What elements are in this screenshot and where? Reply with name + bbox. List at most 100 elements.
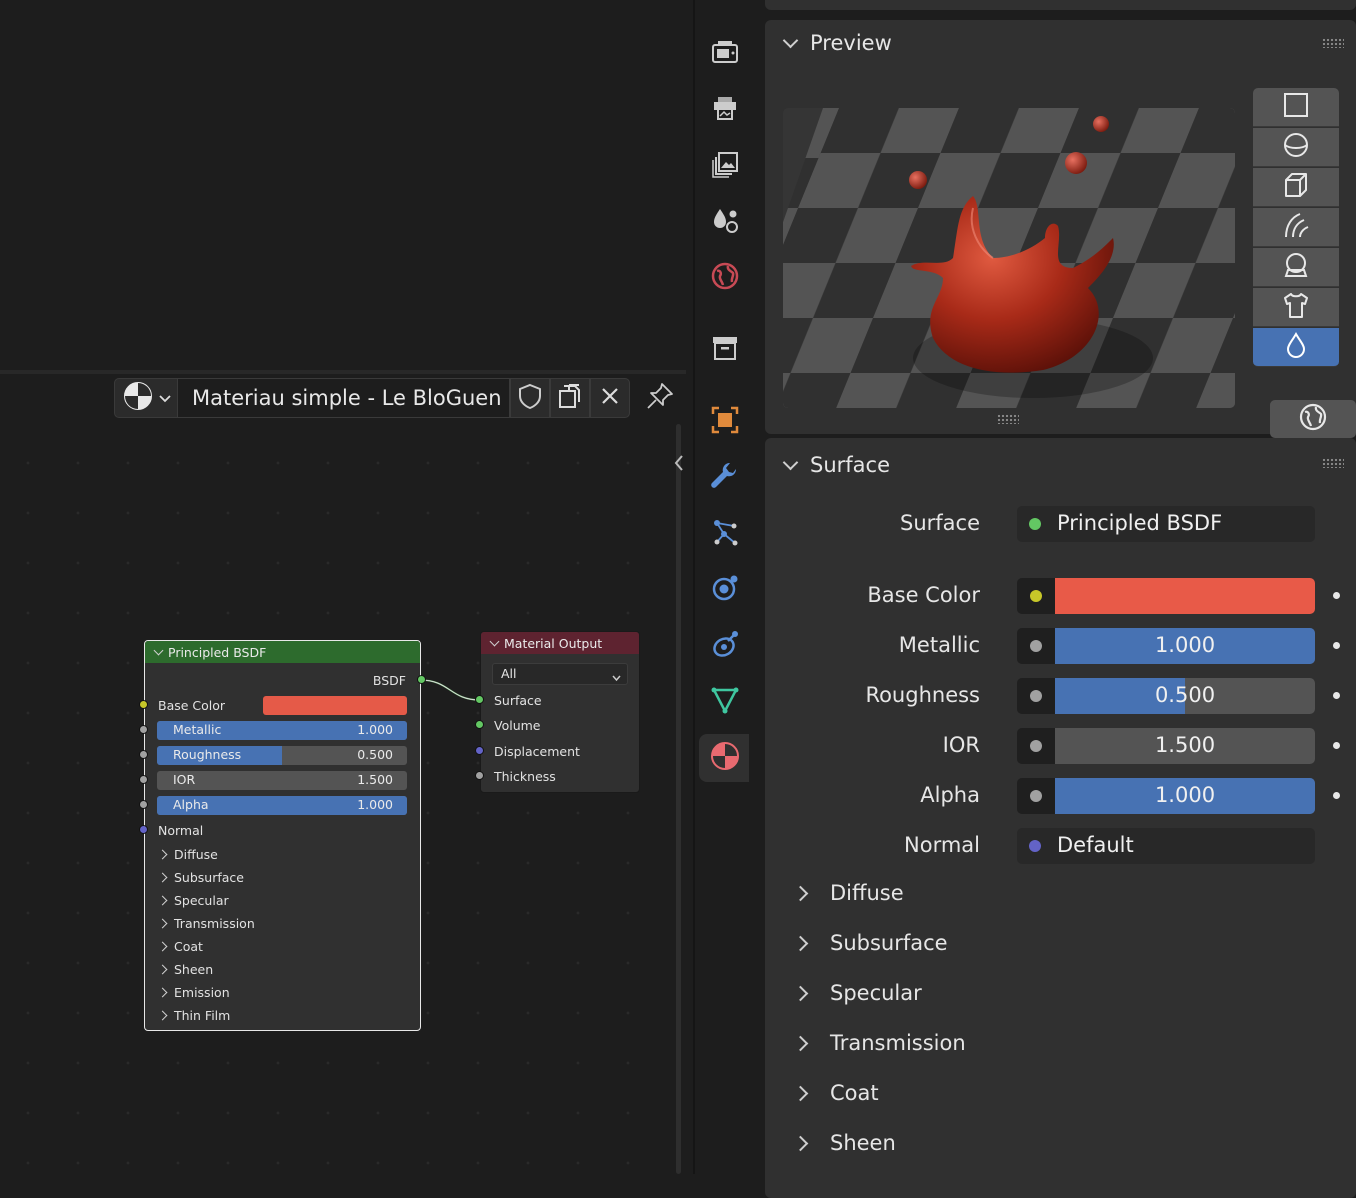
- alpha-slider[interactable]: 1.000: [1055, 778, 1315, 814]
- keyframe-dot-icon[interactable]: [1333, 642, 1340, 649]
- alpha-link-button[interactable]: [1017, 778, 1055, 814]
- tab-particles[interactable]: [699, 510, 751, 558]
- keyframe-dot-icon[interactable]: [1333, 592, 1340, 599]
- metallic-socket[interactable]: [139, 725, 148, 734]
- surface-socket[interactable]: [475, 695, 484, 704]
- material-output-node[interactable]: Material Output All Surface Volume Displ…: [475, 631, 640, 793]
- normal-selector[interactable]: Default: [1017, 828, 1315, 864]
- roughness-link-button[interactable]: [1017, 678, 1055, 714]
- base-color-socket[interactable]: [139, 700, 148, 709]
- chevron-right-icon: [792, 985, 809, 1001]
- node-panel-coat[interactable]: Coat: [157, 939, 203, 954]
- metallic-link-button[interactable]: [1017, 628, 1055, 664]
- tab-world[interactable]: [699, 254, 751, 302]
- subpanel-coat[interactable]: Coat: [792, 1081, 879, 1105]
- float-socket-icon: [1030, 690, 1042, 702]
- hair-icon: [1282, 211, 1310, 243]
- surface-shader-selector[interactable]: Principled BSDF: [1017, 506, 1315, 542]
- metallic-slider[interactable]: 1.000: [1055, 628, 1315, 664]
- node-panel-emission[interactable]: Emission: [157, 985, 230, 1000]
- preview-shape-cube[interactable]: [1253, 168, 1339, 207]
- node-panel-sheen[interactable]: Sheen: [157, 962, 213, 977]
- volume-socket[interactable]: [475, 720, 484, 729]
- field-value: 0.500: [357, 746, 393, 762]
- normal-socket[interactable]: [139, 825, 148, 834]
- preview-panel-header[interactable]: Preview: [765, 20, 1356, 66]
- node-panel-thin-film[interactable]: Thin Film: [157, 1008, 230, 1023]
- preview-shape-plane[interactable]: [1253, 88, 1339, 127]
- alpha-field[interactable]: Alpha 1.000: [157, 795, 407, 815]
- principled-bsdf-node[interactable]: Principled BSDF BSDF Base Color Metallic…: [139, 640, 426, 1031]
- collapse-chevron-icon[interactable]: [489, 636, 500, 646]
- tab-view-layer[interactable]: [699, 142, 751, 190]
- drag-grip-icon[interactable]: [1322, 38, 1344, 48]
- node-panel-transmission[interactable]: Transmission: [157, 916, 255, 931]
- float-socket-icon: [1030, 740, 1042, 752]
- keyframe-dot-icon[interactable]: [1333, 792, 1340, 799]
- base-color-swatch[interactable]: [263, 696, 407, 715]
- subpanel-transmission[interactable]: Transmission: [792, 1031, 966, 1055]
- preview-shape-sphere[interactable]: [1253, 128, 1339, 167]
- alpha-socket[interactable]: [139, 800, 148, 809]
- preview-shape-hair[interactable]: [1253, 208, 1339, 247]
- node-panel-subsurface[interactable]: Subsurface: [157, 870, 244, 885]
- tab-constraints[interactable]: [699, 622, 751, 670]
- base-color-field: [1017, 578, 1315, 614]
- chevron-down-icon: [612, 670, 621, 685]
- subpanel-specular[interactable]: Specular: [792, 981, 922, 1005]
- node-panel-diffuse[interactable]: Diffuse: [157, 847, 218, 862]
- collapse-chevron-icon[interactable]: [153, 645, 164, 655]
- subpanel-diffuse[interactable]: Diffuse: [792, 881, 904, 905]
- subpanel-subsurface[interactable]: Subsurface: [792, 931, 948, 955]
- panel-label: Transmission: [174, 916, 255, 931]
- ior-socket[interactable]: [139, 775, 148, 784]
- tab-scene[interactable]: [699, 198, 751, 246]
- surface-panel-header[interactable]: Surface: [765, 442, 1356, 488]
- keyframe-dot-icon[interactable]: [1333, 692, 1340, 699]
- input-row-displacement: Displacement: [475, 740, 639, 762]
- base-color-link-button[interactable]: [1017, 578, 1055, 614]
- metallic-field: 1.000: [1017, 628, 1315, 664]
- node-editor[interactable]: Materiau simple - Le BloGuen Principled …: [0, 0, 693, 1174]
- wrench-icon: [710, 461, 740, 495]
- ior-link-button[interactable]: [1017, 728, 1055, 764]
- collection-box-icon: [710, 333, 740, 367]
- resize-grip-icon[interactable]: [997, 414, 1019, 424]
- preview-shape-cloth[interactable]: [1253, 288, 1339, 327]
- subpanel-sheen[interactable]: Sheen: [792, 1131, 896, 1155]
- roughness-field[interactable]: Roughness 0.500: [157, 745, 407, 765]
- node-header[interactable]: Principled BSDF: [145, 641, 420, 663]
- properties-tab-bar: [693, 0, 751, 1174]
- node-panel-specular[interactable]: Specular: [157, 893, 229, 908]
- thickness-socket[interactable]: [475, 771, 484, 780]
- roughness-slider[interactable]: 0.500: [1055, 678, 1315, 714]
- previous-panel-edge: [765, 0, 1356, 10]
- keyframe-dot-icon[interactable]: [1333, 742, 1340, 749]
- preview-shape-fluid[interactable]: [1253, 328, 1339, 367]
- tab-output[interactable]: [699, 86, 751, 134]
- base-color-swatch[interactable]: [1055, 578, 1315, 614]
- tab-physics[interactable]: [699, 566, 751, 614]
- preview-world-toggle[interactable]: [1270, 400, 1356, 438]
- ior-field[interactable]: IOR 1.500: [157, 770, 407, 790]
- tab-material[interactable]: [699, 734, 751, 782]
- drag-grip-icon[interactable]: [1322, 458, 1344, 468]
- tab-data[interactable]: [699, 678, 751, 726]
- object-square-icon: [710, 405, 740, 439]
- slider-value: 1.000: [1154, 783, 1216, 807]
- tab-render[interactable]: [699, 30, 751, 78]
- displacement-socket[interactable]: [475, 746, 484, 755]
- surface-label: Surface: [899, 511, 980, 535]
- node-header[interactable]: Material Output: [481, 632, 639, 654]
- preview-shape-shader-ball[interactable]: [1253, 248, 1339, 287]
- metallic-field[interactable]: Metallic 1.000: [157, 720, 407, 740]
- roughness-socket[interactable]: [139, 750, 148, 759]
- tab-collection[interactable]: [699, 326, 751, 374]
- normal-value: Default: [1057, 833, 1134, 857]
- target-dropdown[interactable]: All: [492, 663, 628, 685]
- tab-modifiers[interactable]: [699, 454, 751, 502]
- ior-slider[interactable]: 1.500: [1055, 728, 1315, 764]
- bsdf-output-socket[interactable]: [417, 675, 426, 684]
- tab-object[interactable]: [699, 398, 751, 446]
- input-label: Surface: [494, 692, 542, 708]
